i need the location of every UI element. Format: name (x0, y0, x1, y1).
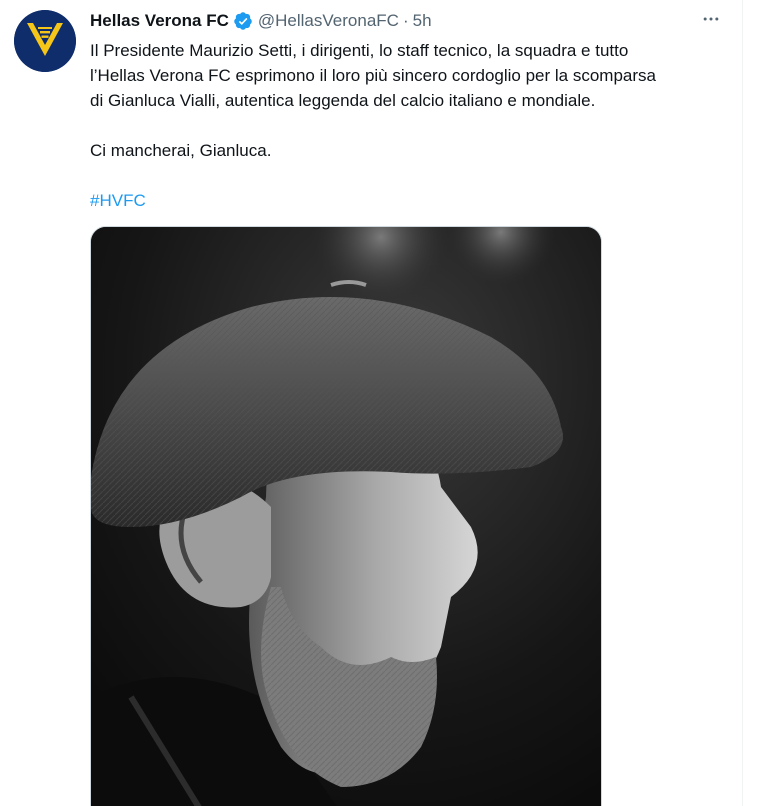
separator-dot: · (402, 11, 409, 30)
author-handle[interactable]: @HellasVeronaFC (258, 11, 399, 31)
timeline-divider (742, 0, 743, 806)
tweet-closing-line: Ci mancherai, Gianluca. (90, 141, 272, 160)
tweet-body: Il Presidente Maurizio Setti, i dirigent… (90, 38, 730, 213)
tweet-photo[interactable] (90, 226, 602, 806)
hashtag-link[interactable]: #HVFC (90, 191, 146, 210)
tweet-header: Hellas Verona FC @HellasVeronaFC · 5h (90, 8, 432, 34)
tweet-text-line: l’Hellas Verona FC esprimono il loro più… (90, 66, 656, 85)
more-horizontal-icon (703, 17, 719, 21)
author-avatar[interactable] (14, 10, 76, 72)
tweet-text-line: di Gianluca Vialli, autentica leggenda d… (90, 91, 596, 110)
tweet-timestamp[interactable]: 5h (413, 11, 432, 31)
hellas-verona-crest-icon (14, 10, 76, 72)
portrait-photo (91, 227, 601, 806)
tweet-page: Hellas Verona FC @HellasVeronaFC · 5h Il… (0, 0, 768, 806)
tweet-text-line: Il Presidente Maurizio Setti, i dirigent… (90, 41, 629, 60)
author-display-name[interactable]: Hellas Verona FC (90, 11, 229, 31)
more-options-button[interactable] (696, 6, 726, 32)
verified-badge-icon (233, 11, 253, 31)
